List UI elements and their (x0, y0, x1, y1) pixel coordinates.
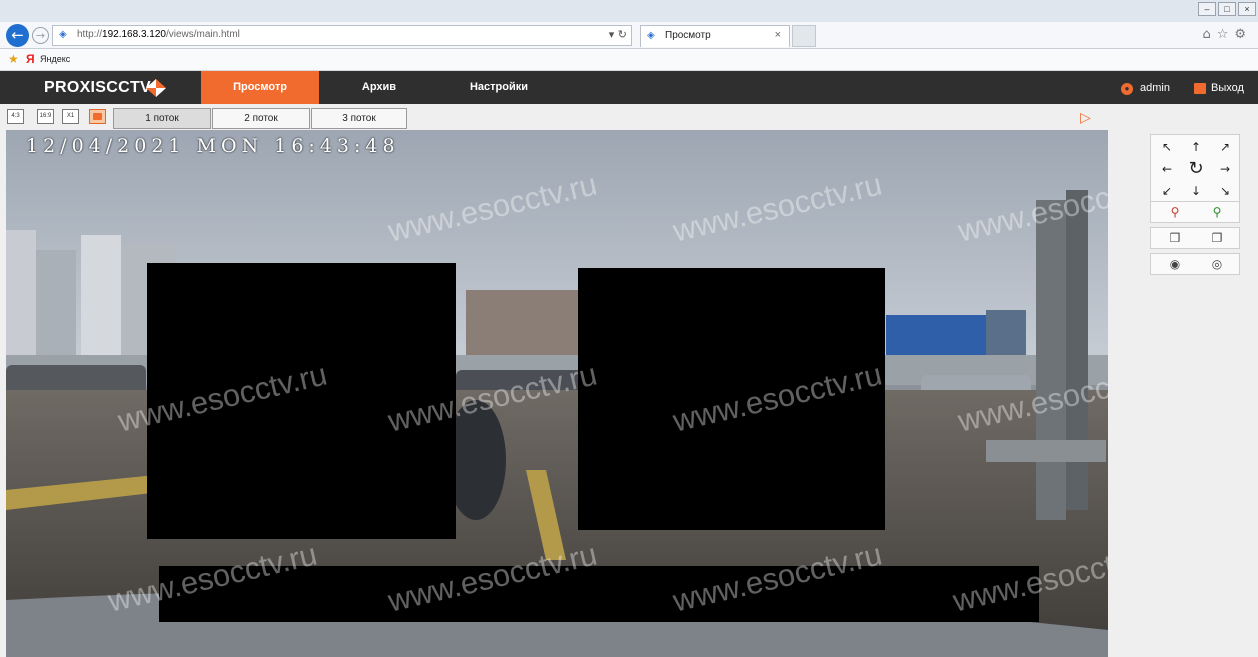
panel-toggle-icon[interactable]: ▷ (1080, 110, 1091, 126)
yandex-icon: Я (26, 52, 35, 66)
tab-title: Просмотр (665, 30, 711, 41)
minimize-button[interactable]: – (1198, 2, 1216, 16)
zoom-out-icon[interactable]: ⚲ (1163, 204, 1187, 221)
tab-settings-label: Настройки (469, 81, 529, 93)
ptz-reset-icon[interactable]: ↻ (1184, 158, 1208, 180)
favorites-bar: ★ Я Яндекс (0, 49, 1258, 71)
ptz-down-left-icon[interactable]: ↙ (1155, 180, 1179, 202)
iris-open-icon[interactable]: ◎ (1205, 256, 1229, 273)
ptz-focus-controls: ❒ ❐ (1150, 227, 1240, 249)
ptz-up-icon[interactable]: ↑ (1184, 136, 1208, 158)
stream-1-button[interactable]: 1 поток (113, 108, 211, 129)
window-titlebar: – □ × (0, 0, 1258, 22)
logout-icon[interactable] (1194, 83, 1206, 94)
ratio-4-3-button[interactable]: 4:3 (7, 109, 24, 124)
ptz-direction-pad: ↖ ↑ ↗ ← ↻ → ↙ ↓ ↘ (1150, 134, 1240, 204)
tab-view[interactable]: Просмотр (201, 71, 319, 104)
tab-archive-label: Архив (361, 81, 397, 93)
stream-2-button[interactable]: 2 поток (212, 108, 310, 129)
address-bar: ← → ◈ http://192.168.3.120/views/main.ht… (0, 22, 1258, 49)
page: – □ × ← → ◈ http://192.168.3.120/views/m… (0, 0, 1258, 657)
tab-archive[interactable]: Архив (320, 71, 438, 104)
app-header: PROXISCCTV Просмотр Архив Настройки ● ad… (0, 71, 1258, 104)
new-tab-button[interactable] (792, 25, 816, 47)
zoom-in-icon[interactable]: ⚲ (1205, 204, 1229, 221)
url-text: http://192.168.3.120/views/main.html (77, 29, 240, 40)
close-window-button[interactable]: × (1238, 2, 1256, 16)
username[interactable]: admin (1140, 82, 1170, 94)
privacy-mask-bottom (159, 566, 1039, 622)
window-controls: – □ × (1198, 2, 1256, 16)
ptz-up-right-icon[interactable]: ↗ (1213, 136, 1237, 158)
maximize-button[interactable]: □ (1218, 2, 1236, 16)
page-favicon-icon: ◈ (59, 29, 67, 40)
ptz-left-icon[interactable]: ← (1155, 158, 1179, 180)
user-icon: ● (1121, 83, 1133, 95)
ptz-panel: ↖ ↑ ↗ ← ↻ → ↙ ↓ ↘ ⚲ ⚲ ❒ ❐ ◉ ◎ (1108, 130, 1258, 657)
logout-button[interactable]: Выход (1211, 82, 1244, 94)
back-button[interactable]: ← (6, 24, 29, 47)
browser-tab[interactable]: ◈ Просмотр × (640, 25, 790, 47)
url-input[interactable]: ◈ http://192.168.3.120/views/main.html ▾… (52, 25, 632, 46)
favorites-star-icon[interactable]: ★ (8, 52, 19, 66)
privacy-mask-left (147, 263, 456, 539)
browser-toolbar-icons[interactable]: ⌂☆⚙ (1202, 27, 1252, 42)
iris-close-icon[interactable]: ◉ (1163, 256, 1187, 273)
ratio-x1-button[interactable]: X1 (62, 109, 79, 124)
ptz-down-right-icon[interactable]: ↘ (1213, 180, 1237, 202)
tab-view-label: Просмотр (233, 81, 287, 93)
osd-timestamp: 12/04/2021 MON 16:43:48 (26, 135, 400, 157)
brand-logo: PROXISCCTV (44, 79, 152, 96)
focus-far-icon[interactable]: ❐ (1205, 230, 1229, 247)
tab-close-icon[interactable]: × (775, 29, 781, 41)
focus-near-icon[interactable]: ❒ (1163, 230, 1187, 247)
fullscreen-button[interactable] (89, 109, 106, 124)
forward-button[interactable]: → (32, 27, 49, 44)
tab-settings[interactable]: Настройки (440, 71, 558, 104)
stream-3-button[interactable]: 3 поток (311, 108, 407, 129)
ptz-up-left-icon[interactable]: ↖ (1155, 136, 1179, 158)
ptz-zoom-controls: ⚲ ⚲ (1150, 201, 1240, 223)
refresh-icon[interactable]: ▾ ↻ (609, 28, 627, 41)
ptz-down-icon[interactable]: ↓ (1184, 180, 1208, 202)
view-toolbar: 4:3 16:9 X1 1 поток 2 поток 3 поток ▷ (0, 104, 1258, 130)
video-stream[interactable]: 12/04/2021 MON 16:43:48 www.esocctv.ru w… (6, 130, 1108, 657)
ptz-iris-controls: ◉ ◎ (1150, 253, 1240, 275)
ratio-16-9-button[interactable]: 16:9 (37, 109, 54, 124)
ptz-right-icon[interactable]: → (1213, 158, 1237, 180)
tab-favicon-icon: ◈ (647, 30, 655, 41)
privacy-mask-right (578, 268, 885, 530)
brand-logo-mark-icon (146, 79, 166, 97)
favorite-link-yandex[interactable]: Яндекс (40, 54, 70, 64)
